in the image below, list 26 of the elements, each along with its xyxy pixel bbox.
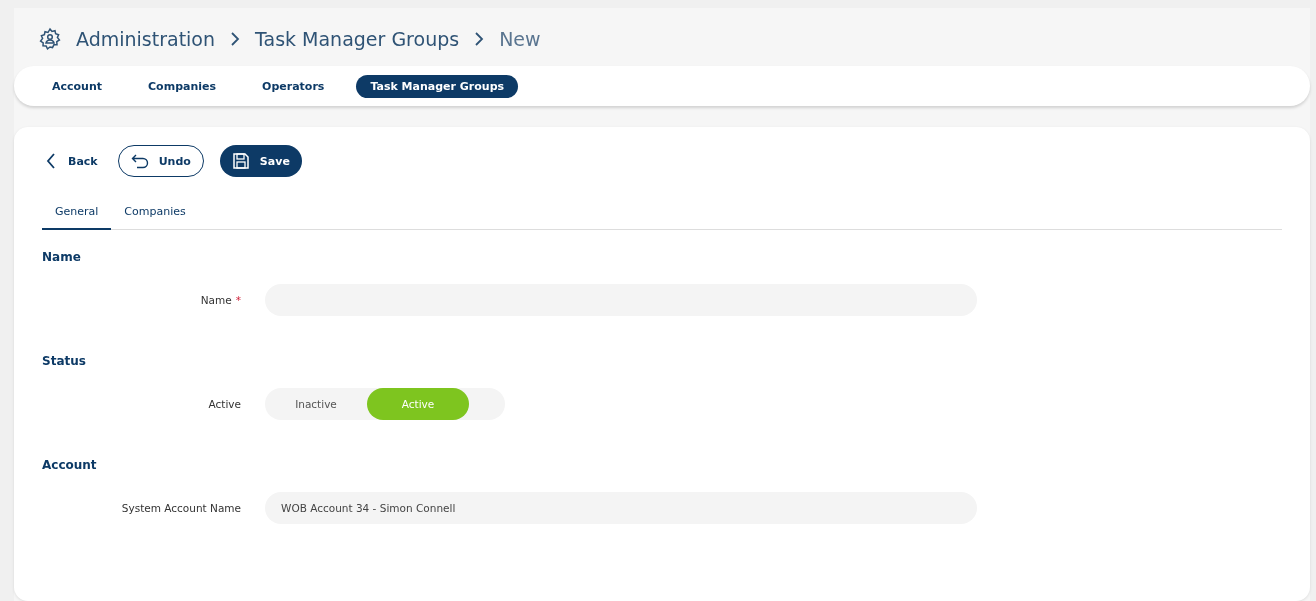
section-title: Account (42, 458, 98, 472)
field-label: Name (200, 294, 232, 306)
field-label: System Account Name (121, 502, 241, 514)
required-mark: * (235, 294, 241, 306)
nav-tab[interactable]: Task Manager Groups (356, 74, 519, 98)
form-tab[interactable]: General (42, 199, 112, 230)
nav-tab[interactable]: Account (38, 74, 117, 98)
breadcrumb-item[interactable]: Task Manager Groups (255, 28, 460, 50)
nav-tab[interactable]: Operators (248, 74, 339, 98)
field-label: Active (208, 398, 241, 410)
toggle-option[interactable]: Inactive (265, 388, 367, 420)
nav-tab[interactable]: Companies (134, 74, 231, 98)
back-button[interactable]: Back (42, 153, 102, 169)
breadcrumb-item: New (499, 28, 541, 50)
gear-icon (38, 27, 62, 51)
save-button[interactable]: Save (219, 145, 302, 177)
section-title: Status (42, 354, 87, 368)
undo-button[interactable]: Undo (117, 145, 204, 177)
breadcrumb-item[interactable]: Administration (76, 28, 216, 50)
undo-arrow-icon (130, 153, 149, 169)
text-field[interactable]: WOB Account 34 - Simon Connell (265, 492, 977, 524)
chevron-right-icon (229, 31, 242, 47)
chevron-left-icon (46, 153, 56, 169)
section-title: Name (42, 250, 82, 264)
form-tab[interactable]: Companies (111, 199, 199, 230)
chevron-right-icon (473, 31, 486, 47)
